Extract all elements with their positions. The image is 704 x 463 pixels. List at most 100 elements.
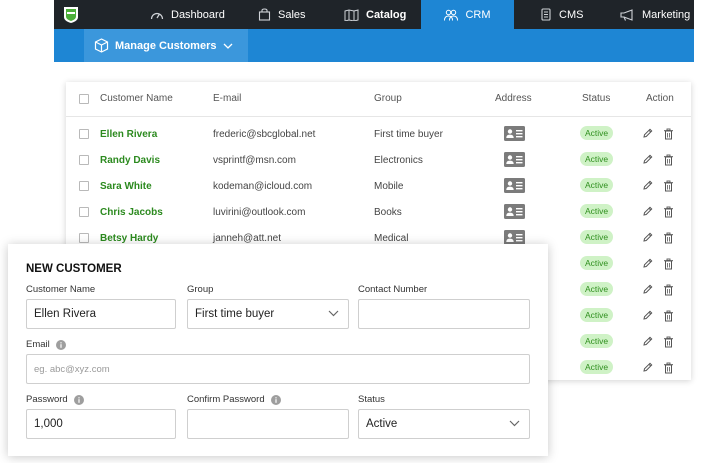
status-badge: Active: [580, 126, 614, 140]
customer-name-link[interactable]: Randy Davis: [100, 155, 160, 166]
nav-label: Catalog: [366, 8, 407, 21]
edit-icon[interactable]: [642, 284, 653, 298]
input-value: Ellen Rivera: [34, 308, 96, 320]
brand-logo-icon[interactable]: [62, 5, 80, 24]
email-placeholder: eg. abc@xyz.com: [34, 363, 110, 375]
form-title: NEW CUSTOMER: [26, 263, 122, 275]
address-card-icon[interactable]: [504, 230, 525, 245]
delete-icon[interactable]: [663, 206, 674, 221]
nav-item-catalog[interactable]: Catalog: [344, 0, 414, 29]
email-cell: janneh@att.net: [213, 233, 281, 244]
address-card-icon[interactable]: [504, 152, 525, 167]
table-row[interactable]: Randy Davis vsprintf@msn.com Electronics Ac…: [66, 147, 691, 173]
delete-icon[interactable]: [663, 154, 674, 169]
header-group[interactable]: Group: [374, 93, 402, 104]
customer-name-link[interactable]: Ellen Rivera: [100, 129, 157, 140]
address-card-icon[interactable]: [504, 178, 525, 193]
row-checkbox[interactable]: [79, 129, 89, 139]
manage-customers-menu[interactable]: Manage Customers: [84, 29, 248, 62]
delete-icon[interactable]: [663, 232, 674, 247]
customer-name-link[interactable]: Chris Jacobs: [100, 207, 163, 218]
nav-item-crm[interactable]: CRM: [421, 0, 514, 29]
status-label: Status: [358, 394, 385, 405]
customer-name-label: Customer Name: [26, 284, 95, 295]
info-icon[interactable]: [73, 394, 84, 405]
delete-icon[interactable]: [663, 284, 674, 299]
customer-name-link[interactable]: Sara White: [100, 181, 152, 192]
nav-label: CMS: [559, 8, 584, 21]
edit-icon[interactable]: [642, 258, 653, 272]
manage-customers-label: Manage Customers: [115, 39, 217, 52]
edit-icon[interactable]: [642, 232, 653, 246]
row-checkbox[interactable]: [79, 181, 89, 191]
info-icon[interactable]: [55, 339, 66, 350]
password-label: Password: [26, 394, 84, 405]
customer-name-link[interactable]: Betsy Hardy: [100, 233, 158, 244]
customer-name-input[interactable]: Ellen Rivera: [26, 299, 176, 329]
row-checkbox[interactable]: [79, 155, 89, 165]
edit-icon[interactable]: [642, 128, 653, 142]
info-icon[interactable]: [270, 394, 281, 405]
label-text: Contact Number: [358, 284, 428, 295]
cube-icon: [94, 38, 109, 53]
status-badge: Active: [580, 308, 614, 322]
chevron-down-icon: [224, 43, 233, 49]
new-customer-form: NEW CUSTOMER Customer Name Ellen Rivera …: [8, 244, 548, 456]
status-badge: Active: [580, 256, 614, 270]
address-card-icon[interactable]: [504, 126, 525, 141]
email-cell: luvirini@outlook.com: [213, 207, 306, 218]
delete-icon[interactable]: [663, 128, 674, 143]
megaphone-icon: [620, 8, 633, 21]
select-value: Active: [366, 418, 398, 430]
nav-label: Dashboard: [171, 8, 225, 21]
label-text: Email: [26, 339, 50, 350]
table-header: Customer Name E-mail Group Address Statu…: [66, 82, 691, 117]
top-navigation: Dashboard Sales Catalog CRM CMS Marketin…: [54, 0, 694, 29]
password-field[interactable]: 1,000: [26, 409, 176, 439]
delete-icon[interactable]: [663, 310, 674, 325]
header-customer-name[interactable]: Customer Name: [100, 93, 173, 104]
edit-icon[interactable]: [642, 310, 653, 324]
nav-item-marketing[interactable]: Marketing: [620, 0, 694, 29]
row-checkbox[interactable]: [79, 233, 89, 243]
header-status[interactable]: Status: [582, 93, 610, 104]
status-badge: Active: [580, 204, 614, 218]
group-cell: Medical: [374, 233, 409, 244]
label-text: Status: [358, 394, 385, 405]
confirm-password-field[interactable]: [187, 409, 349, 439]
edit-icon[interactable]: [642, 336, 653, 350]
select-value: First time buyer: [195, 308, 275, 320]
nav-item-sales[interactable]: Sales: [258, 0, 318, 29]
address-card-icon[interactable]: [504, 204, 525, 219]
edit-icon[interactable]: [642, 154, 653, 168]
confirm-password-label: Confirm Password: [187, 394, 281, 405]
status-badge: Active: [580, 230, 614, 244]
header-action: Action: [646, 93, 674, 104]
delete-icon[interactable]: [663, 258, 674, 273]
delete-icon[interactable]: [663, 180, 674, 195]
delete-icon[interactable]: [663, 336, 674, 351]
group-cell: First time buyer: [374, 129, 443, 140]
people-icon: [444, 9, 459, 21]
nav-item-dashboard[interactable]: Dashboard: [150, 0, 240, 29]
table-row[interactable]: Sara White kodeman@icloud.com Mobile Active: [66, 173, 691, 199]
input-value: 1,000: [34, 418, 63, 430]
table-row[interactable]: Chris Jacobs luvirini@outlook.com Books Act…: [66, 199, 691, 225]
status-badge: Active: [580, 282, 614, 296]
status-select[interactable]: Active: [358, 409, 530, 439]
header-email[interactable]: E-mail: [213, 93, 241, 104]
table-row[interactable]: Ellen Rivera frederic@sbcglobal.net First …: [66, 121, 691, 147]
edit-icon[interactable]: [642, 206, 653, 220]
sub-navigation: Manage Customers: [54, 29, 694, 62]
group-select[interactable]: First time buyer: [187, 299, 349, 329]
status-badge: Active: [580, 178, 614, 192]
select-all-checkbox[interactable]: [79, 94, 89, 104]
contact-number-input[interactable]: [358, 299, 530, 329]
delete-icon[interactable]: [663, 362, 674, 377]
edit-icon[interactable]: [642, 362, 653, 376]
email-field[interactable]: eg. abc@xyz.com: [26, 354, 530, 384]
row-checkbox[interactable]: [79, 207, 89, 217]
nav-item-cms[interactable]: CMS: [540, 0, 600, 29]
edit-icon[interactable]: [642, 180, 653, 194]
email-label: Email: [26, 339, 66, 350]
